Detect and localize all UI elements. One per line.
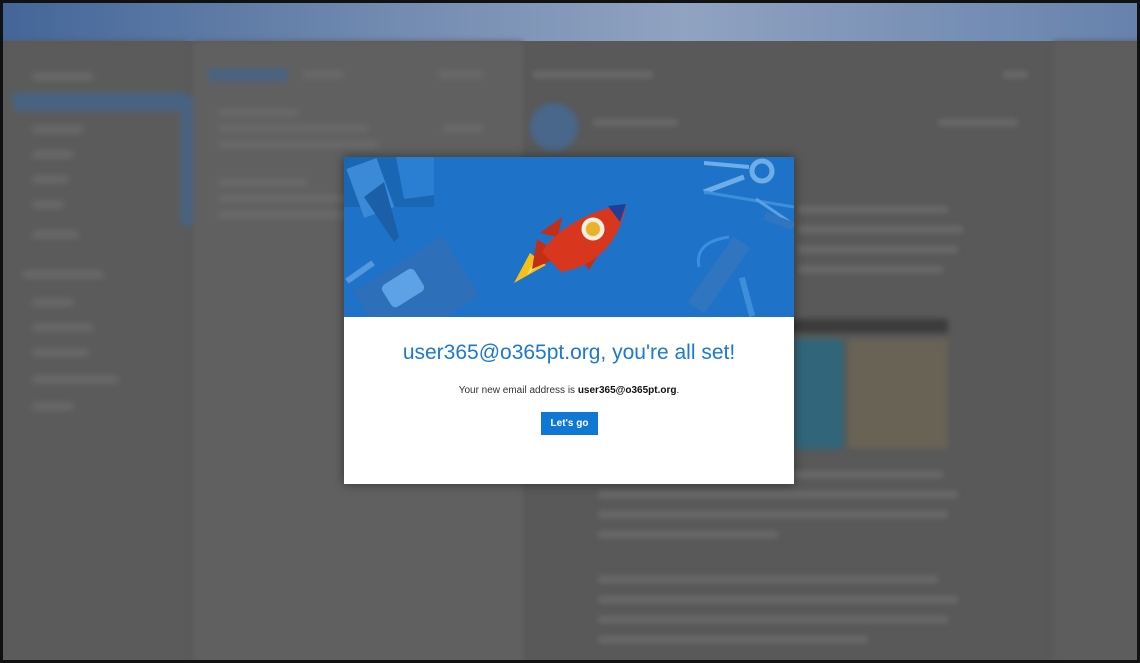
new-email-address: user365@o365pt.org [577, 385, 677, 396]
lets-go-button[interactable]: Let's go [541, 412, 598, 435]
subtitle-suffix: . [676, 385, 680, 396]
dialog-subtitle: Your new email address is user365@o365pt… [344, 385, 794, 396]
dialog-title: user365@o365pt.org, you're all set! [402, 341, 736, 364]
welcome-dialog: user365@o365pt.org, you're all set! Your… [344, 157, 794, 484]
subtitle-prefix: Your new email address is [458, 385, 578, 396]
hero-banner [344, 157, 794, 317]
